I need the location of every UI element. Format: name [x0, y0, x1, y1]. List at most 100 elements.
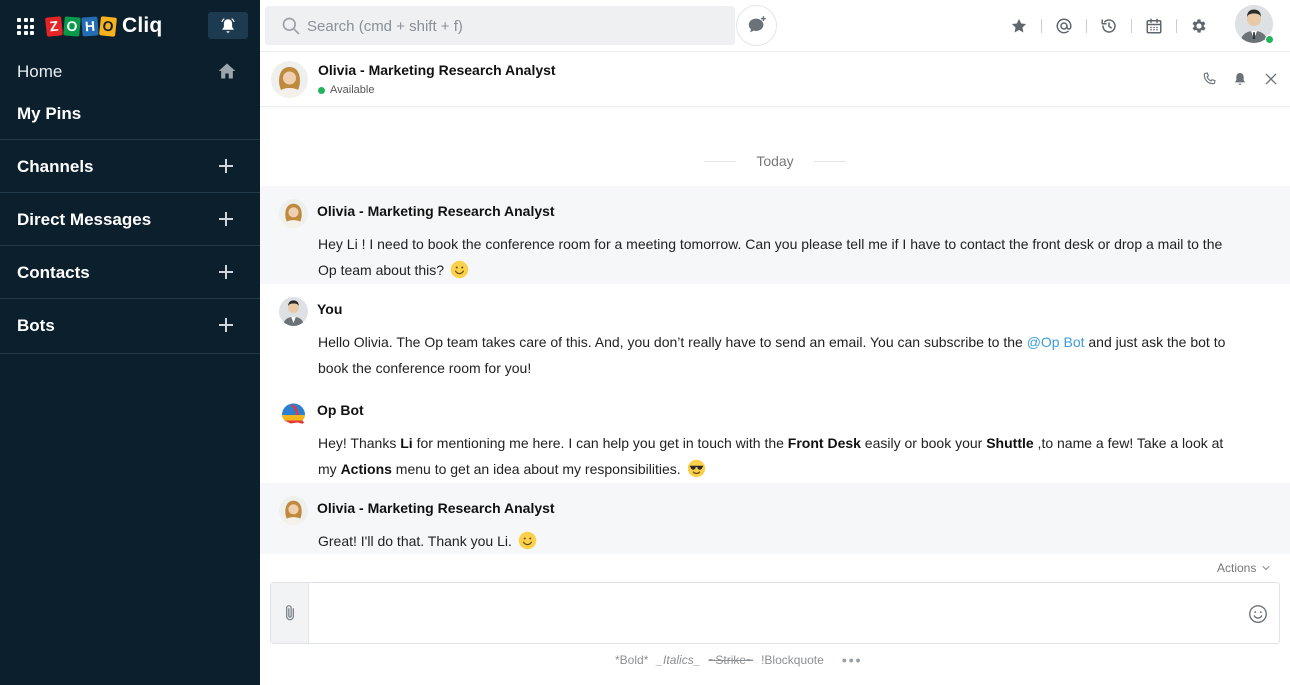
app-grid-icon[interactable] [17, 18, 34, 35]
bold-text: Li [400, 435, 413, 451]
sidebar-item-direct-messages[interactable]: Direct Messages [0, 202, 260, 238]
bold-text: Front Desk [787, 435, 861, 451]
sender-avatar[interactable] [279, 496, 308, 525]
home-icon[interactable] [217, 61, 237, 81]
emoji-picker-icon[interactable] [1247, 603, 1269, 625]
bell-icon [221, 17, 235, 33]
calendar-icon[interactable] [1143, 15, 1165, 37]
logo-letter: H [81, 15, 99, 37]
attach-button[interactable] [271, 583, 309, 643]
toolbar-separator [1041, 19, 1042, 33]
format-bold-hint[interactable]: *Bold* [615, 653, 648, 667]
day-separator-label: Today [756, 153, 794, 169]
sidebar-item-home[interactable]: Home [0, 54, 260, 90]
message-composer [270, 582, 1280, 644]
sidebar-item-label: My Pins [17, 104, 82, 123]
logo-brand-name: Cliq [122, 14, 163, 37]
contact-avatar[interactable] [271, 61, 308, 98]
close-icon[interactable] [1262, 70, 1280, 88]
actions-menu-button[interactable]: Actions [1217, 561, 1272, 575]
chat-header: Olivia - Marketing Research Analyst Avai… [260, 52, 1290, 107]
sender-avatar[interactable] [279, 398, 308, 427]
mention-icon[interactable] [1053, 15, 1075, 37]
search-input[interactable] [307, 15, 727, 37]
add-direct-message-icon[interactable] [218, 211, 235, 228]
actions-label: Actions [1217, 561, 1257, 575]
message-text: Hey Li ! I need to book the conference r… [318, 231, 1238, 283]
sender-name[interactable]: Olivia - Marketing Research Analyst [317, 203, 555, 219]
add-bot-icon[interactable] [218, 317, 235, 334]
history-icon[interactable] [1098, 15, 1120, 37]
bell-icon[interactable] [1231, 70, 1249, 88]
notifications-button[interactable] [208, 12, 248, 39]
contact-status: Available [318, 84, 374, 96]
online-status-dot [1265, 35, 1274, 44]
day-separator: Today [260, 151, 1290, 171]
smile-emoji-icon [450, 260, 469, 279]
format-italics-hint[interactable]: _Italics_ [656, 653, 700, 667]
message-text: Hello Olivia. The Op team takes care of … [318, 329, 1238, 381]
star-icon[interactable] [1008, 15, 1030, 37]
message-item[interactable]: Olivia - Marketing Research Analyst Grea… [260, 483, 1290, 554]
message-text-part: Great! I'll do that. Thank you Li. [318, 533, 512, 549]
message-text-part: Hey! Thanks [318, 435, 401, 451]
sender-avatar[interactable] [279, 297, 308, 326]
logo-letter: O [99, 15, 117, 37]
sender-avatar[interactable] [279, 199, 308, 228]
sunglasses-emoji-icon [687, 459, 705, 478]
message-list[interactable]: Today Olivia - Marketing Research Analys… [260, 107, 1290, 557]
sidebar-divider [0, 192, 260, 193]
smile-emoji-icon [518, 531, 537, 550]
bold-text: Shuttle [986, 435, 1034, 451]
message-input[interactable] [321, 601, 1221, 627]
search-bar[interactable] [265, 6, 735, 45]
format-blockquote-hint[interactable]: !Blockquote [761, 653, 824, 667]
toolbar-separator [1176, 19, 1177, 33]
format-strike-hint[interactable]: ~Strike~ [708, 653, 753, 667]
bold-text: Actions [340, 461, 392, 477]
chat-title: Olivia - Marketing Research Analyst [318, 62, 556, 78]
sidebar-divider [0, 353, 260, 354]
sidebar-divider [0, 298, 260, 299]
add-channel-icon[interactable] [218, 158, 235, 175]
paperclip-icon [285, 605, 294, 621]
top-bar [260, 0, 1290, 52]
logo-letter: O [63, 15, 81, 37]
sidebar-divider [0, 245, 260, 246]
new-chat-button[interactable] [736, 5, 777, 46]
top-icon-group [1008, 14, 1210, 38]
separator-line [813, 160, 846, 162]
status-label: Available [330, 84, 375, 96]
more-formatting-icon[interactable]: ••• [842, 652, 863, 668]
separator-line [704, 160, 737, 162]
sidebar-item-my-pins[interactable]: My Pins [0, 96, 260, 132]
toolbar-separator [1131, 19, 1132, 33]
chat-bubble-icon [748, 15, 766, 32]
message-text-part: menu to get an idea about my responsibil… [391, 461, 681, 477]
sidebar: Z O H O Cliq Home My Pins Channels Direc… [0, 0, 260, 685]
add-contact-icon[interactable] [218, 264, 235, 281]
chat-header-actions [1187, 70, 1280, 88]
sender-name[interactable]: You [317, 301, 342, 317]
zoho-cliq-logo[interactable]: Z O H O Cliq [45, 13, 163, 39]
formatting-hints: *Bold* _Italics_ ~Strike~ !Blockquote ••… [615, 652, 871, 668]
bot-mention-link[interactable]: @Op Bot [1027, 334, 1085, 350]
sidebar-item-contacts[interactable]: Contacts [0, 255, 260, 291]
sidebar-divider [0, 139, 260, 140]
sender-name[interactable]: Op Bot [317, 402, 364, 418]
sidebar-item-bots[interactable]: Bots [0, 308, 260, 344]
available-status-dot [318, 86, 325, 94]
message-item[interactable]: Olivia - Marketing Research Analyst Hey … [260, 186, 1290, 284]
phone-icon[interactable] [1200, 70, 1218, 88]
gear-icon[interactable] [1188, 15, 1210, 37]
message-text: Hey! Thanks Li for mentioning me here. I… [318, 430, 1238, 482]
message-item[interactable]: You Hello Olivia. The Op team takes care… [260, 284, 1290, 385]
message-text: Great! I'll do that. Thank you Li. [318, 528, 1238, 554]
search-icon [282, 17, 300, 35]
chevron-down-icon [1262, 566, 1270, 571]
toolbar-separator [1086, 19, 1087, 33]
sender-name[interactable]: Olivia - Marketing Research Analyst [317, 500, 555, 516]
message-item[interactable]: Op Bot Hey! Thanks Li for mentioning me … [260, 385, 1290, 483]
message-text-part: for mentioning me here. I can help you g… [412, 435, 788, 451]
sidebar-item-channels[interactable]: Channels [0, 149, 260, 185]
